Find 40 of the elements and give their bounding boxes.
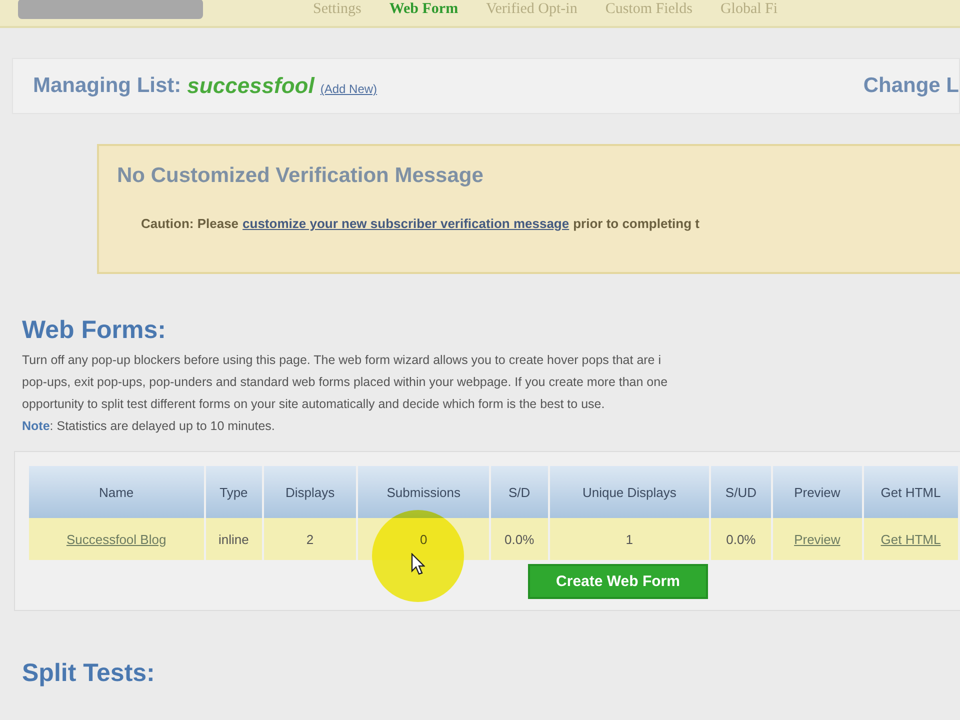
- note-label: Note: [22, 419, 50, 433]
- column-header: Submissions: [358, 466, 489, 518]
- notice-title: No Customized Verification Message: [117, 164, 484, 188]
- tab[interactable]: Verified Opt-in: [486, 0, 578, 18]
- table-cell: 1: [550, 518, 710, 560]
- column-header: Displays: [264, 466, 356, 518]
- caution-text: prior to completing t: [573, 216, 700, 231]
- table-cell: inline: [206, 518, 262, 560]
- account-button[interactable]: [18, 0, 203, 19]
- column-header: Unique Displays: [550, 466, 710, 518]
- description-line: opportunity to split test different forms on your site automatically and decide which form is the best to use.: [22, 396, 606, 413]
- table-link[interactable]: Get HTML: [864, 518, 958, 560]
- table-cell: 0.0%: [711, 518, 771, 560]
- list-name: successfool: [187, 73, 314, 99]
- tab[interactable]: Custom Fields: [605, 0, 692, 18]
- caution-text: Caution: Please: [141, 216, 239, 231]
- cursor-icon: [411, 553, 425, 575]
- column-header: Type: [206, 466, 262, 518]
- column-header: Name: [29, 466, 204, 518]
- managing-list-label: Managing List:: [33, 74, 182, 98]
- description-line: pop-ups, exit pop-ups, pop-unders and standard web forms placed within your webpage. If you create more than one: [22, 374, 669, 391]
- customize-message-link[interactable]: customize your new subscriber verification message: [242, 216, 570, 231]
- table-cell: 0.0%: [490, 518, 548, 560]
- section-heading: Split Tests:: [22, 659, 156, 688]
- section-heading: Web Forms:: [22, 316, 167, 345]
- column-header: Preview: [772, 466, 862, 518]
- table-cell: 2: [264, 518, 356, 560]
- change-list-link[interactable]: Change L: [863, 74, 959, 98]
- table-link[interactable]: Successfool Blog: [29, 518, 204, 560]
- tab[interactable]: Global Fi: [720, 0, 778, 18]
- tab[interactable]: Web Form: [389, 0, 458, 18]
- column-header: S/D: [490, 466, 548, 518]
- description-line: Turn off any pop-up blockers before using this page. The web form wizard allows you to create hover pops that are i: [22, 352, 662, 369]
- column-header: Get HTML: [864, 466, 958, 518]
- note-text: : Statistics are delayed up to 10 minutes.: [50, 419, 275, 433]
- create-web-form-button[interactable]: Create Web Form: [528, 564, 708, 599]
- tab[interactable]: Settings: [313, 0, 362, 18]
- column-header: S/UD: [711, 466, 771, 518]
- add-new-link[interactable]: (Add New): [320, 82, 378, 96]
- table-link[interactable]: Preview: [772, 518, 862, 560]
